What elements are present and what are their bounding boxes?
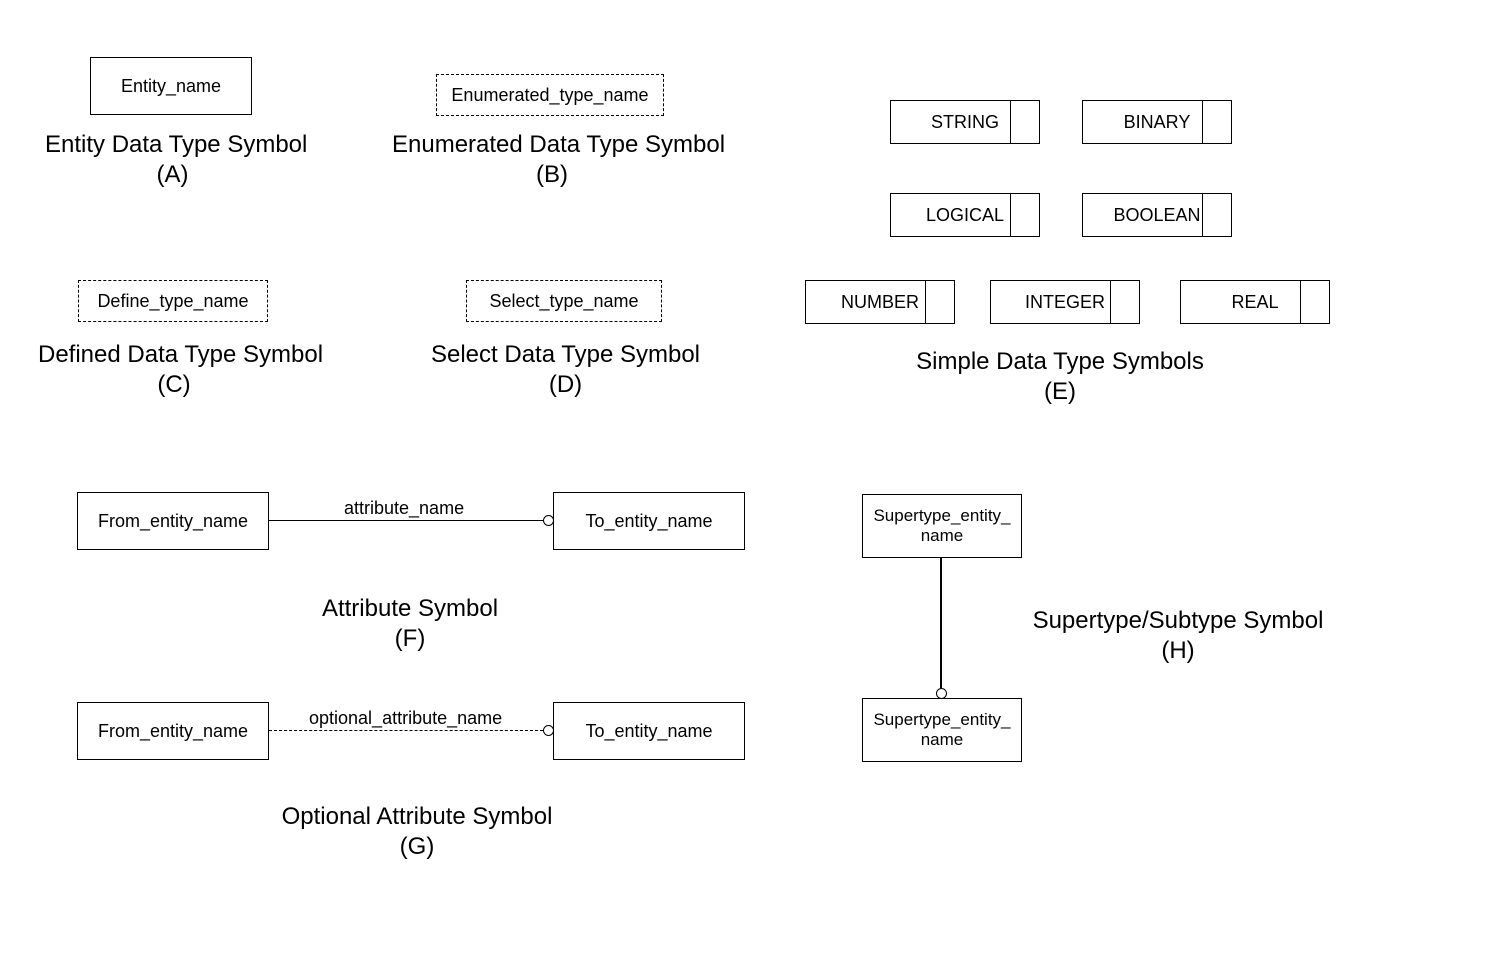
select-box-label: Select_type_name [489, 291, 638, 312]
enumerated-box: Enumerated_type_name [436, 74, 664, 116]
simple-type-integer: INTEGER [990, 280, 1140, 324]
select-box: Select_type_name [466, 280, 662, 322]
to-entity-f: To_entity_name [553, 492, 745, 550]
caption-f: Attribute Symbol (F) [310, 594, 510, 654]
caption-e: Simple Data Type Symbols (E) [910, 347, 1210, 407]
subtype-box: Supertype_entity_ name [862, 698, 1022, 762]
caption-b: Enumerated Data Type Symbol (B) [392, 130, 712, 190]
simple-type-number: NUMBER [805, 280, 955, 324]
super-sub-line [940, 558, 942, 688]
from-entity-g: From_entity_name [77, 702, 269, 760]
simple-type-string: STRING [890, 100, 1040, 144]
supertype-box: Supertype_entity_ name [862, 494, 1022, 558]
enumerated-box-label: Enumerated_type_name [451, 85, 648, 106]
caption-c: Defined Data Type Symbol (C) [38, 340, 310, 400]
simple-type-real: REAL [1180, 280, 1330, 324]
caption-h: Supertype/Subtype Symbol (H) [1028, 606, 1328, 666]
attribute-line [269, 520, 543, 521]
caption-a: Entity Data Type Symbol (A) [45, 130, 300, 190]
caption-d: Select Data Type Symbol (D) [428, 340, 703, 400]
defined-box-label: Define_type_name [97, 291, 248, 312]
caption-g: Optional Attribute Symbol (G) [277, 802, 557, 862]
entity-box-label: Entity_name [121, 76, 221, 97]
optional-attribute-edge-label: optional_attribute_name [307, 708, 504, 729]
attribute-edge-label: attribute_name [342, 498, 466, 519]
defined-box: Define_type_name [78, 280, 268, 322]
simple-type-boolean: BOOLEAN [1082, 193, 1232, 237]
entity-box: Entity_name [90, 57, 252, 115]
to-entity-g: To_entity_name [553, 702, 745, 760]
from-entity-f: From_entity_name [77, 492, 269, 550]
optional-attribute-line [269, 730, 543, 731]
simple-type-logical: LOGICAL [890, 193, 1040, 237]
diagram-canvas: Entity_name Entity Data Type Symbol (A) … [0, 0, 1500, 973]
simple-type-binary: BINARY [1082, 100, 1232, 144]
